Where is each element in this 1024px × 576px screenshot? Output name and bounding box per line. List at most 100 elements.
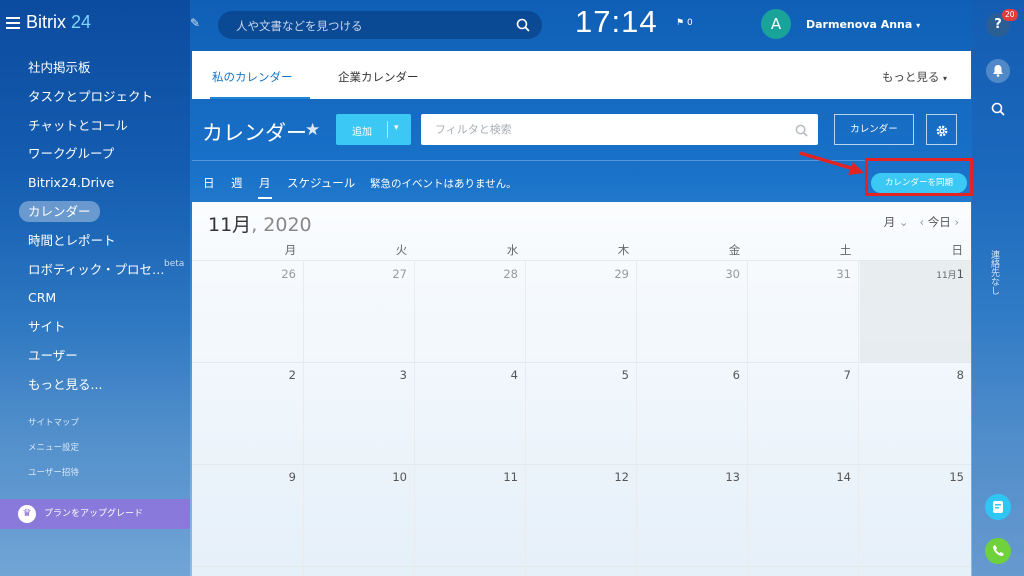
right-search-icon[interactable]	[986, 97, 1010, 121]
day-number[interactable]: 4	[414, 368, 518, 382]
flag-counter[interactable]: ⚑ 0	[676, 18, 693, 28]
filter-search[interactable]	[421, 114, 818, 145]
sidebar-item-feed[interactable]: 社内掲示板	[18, 54, 165, 83]
sidebar-item-label: カレンダー	[19, 200, 100, 222]
view-schedule[interactable]: スケジュール	[287, 175, 355, 191]
day-number[interactable]: 3	[303, 368, 407, 382]
view-month[interactable]: 月	[258, 175, 271, 199]
sidebar-item-label: サイト	[28, 319, 66, 335]
page-title: カレンダー	[202, 121, 307, 145]
grid-line	[303, 260, 304, 576]
day-number[interactable]: 30	[636, 267, 740, 281]
pencil-icon[interactable]: ✎	[190, 16, 200, 30]
day-header: 火	[395, 243, 408, 257]
sitemap-link[interactable]: サイトマップ	[28, 414, 79, 439]
invite-users-link[interactable]: ユーザー招待	[28, 464, 79, 489]
sidebar-item-sites[interactable]: サイト	[18, 313, 165, 342]
month-title: 11月, 2020	[208, 214, 312, 236]
day-number[interactable]: 9	[192, 470, 296, 484]
upgrade-plan-button[interactable]: ♛ プランをアップグレード	[0, 499, 190, 529]
divider	[387, 121, 388, 138]
day-number[interactable]: 11	[414, 470, 518, 484]
sidebar-item-rpa[interactable]: ロボティック・プロセ… beta	[18, 256, 184, 285]
sidebar-item-label: もっと見る...	[28, 376, 103, 392]
sidebar-item-time-reports[interactable]: 時間とレポート	[18, 227, 165, 256]
calendar-tabs: 私のカレンダー 企業カレンダー もっと見る ▾	[192, 51, 971, 99]
sidebar-item-calendar[interactable]: カレンダー	[18, 198, 165, 227]
sidebar-item-label: 時間とレポート	[28, 232, 116, 248]
day-number[interactable]: 28	[414, 267, 518, 281]
sidebar-item-label: ユーザー	[28, 347, 78, 363]
calendar-nav: 月 ⌄ ‹ 今日 ›	[884, 214, 959, 230]
add-button[interactable]: 追加 ▾	[336, 114, 411, 145]
sidebar-item-workgroups[interactable]: ワークグループ	[18, 140, 165, 169]
chevron-down-icon[interactable]: ▾	[394, 123, 399, 133]
sidebar-item-label: CRM	[28, 290, 57, 306]
sidebar-item-crm[interactable]: CRM	[18, 284, 165, 313]
day-number[interactable]: 5	[525, 368, 629, 382]
day-number[interactable]: 29	[525, 267, 629, 281]
view-select[interactable]: 月 ⌄	[884, 215, 909, 229]
phone-icon[interactable]	[985, 538, 1011, 564]
menu-settings-link[interactable]: メニュー設定	[28, 439, 79, 464]
day-number[interactable]: 8	[858, 368, 964, 382]
day-number[interactable]: 12	[525, 470, 629, 484]
month-prefix: 11月	[936, 271, 957, 281]
sidebar: Bitrix 24 社内掲示板 タスクとプロジェクト チャットとコール ワークグ…	[0, 0, 190, 576]
day-number[interactable]: 27	[303, 267, 407, 281]
red-arrow	[799, 151, 864, 175]
tab-company-calendar[interactable]: 企業カレンダー	[338, 69, 419, 85]
filter-input[interactable]	[433, 122, 777, 137]
more-menu[interactable]: もっと見る ▾	[882, 69, 947, 85]
grid-line	[192, 464, 971, 465]
avatar[interactable]: A	[761, 9, 791, 39]
sidebar-item-label: 社内掲示板	[28, 60, 91, 75]
user-menu[interactable]: Darmenova Anna ▾	[806, 18, 920, 31]
day-number[interactable]: 31	[747, 267, 851, 281]
search-input[interactable]	[234, 18, 518, 34]
day-number[interactable]: 2	[192, 368, 296, 382]
sidebar-item-more[interactable]: もっと見る...	[18, 371, 165, 400]
day-number[interactable]: 11月1	[858, 267, 964, 281]
logo-num: 24	[71, 12, 92, 32]
day-number[interactable]: 6	[636, 368, 740, 382]
sidebar-item-chat[interactable]: チャットとコール	[18, 112, 165, 141]
grid-line	[636, 260, 637, 576]
prev-icon[interactable]: ‹	[919, 215, 924, 229]
star-icon[interactable]: ★	[305, 120, 320, 140]
view-day[interactable]: 日	[203, 175, 215, 191]
global-search[interactable]	[218, 11, 542, 39]
day-header: 水	[506, 243, 519, 257]
sidebar-item-users[interactable]: ユーザー	[18, 342, 165, 371]
add-label: 追加	[352, 127, 372, 138]
clock: 17:14	[575, 4, 658, 39]
day-number-value: 1	[956, 267, 964, 281]
day-number[interactable]: 26	[192, 267, 296, 281]
today-button[interactable]: 今日	[928, 215, 951, 229]
filter-search-icon[interactable]	[795, 122, 808, 141]
sidebar-item-drive[interactable]: Bitrix24.Drive	[18, 169, 165, 198]
contact-center-icon[interactable]	[985, 494, 1011, 520]
menu-icon[interactable]	[6, 14, 20, 32]
search-icon[interactable]	[516, 17, 530, 36]
sidebar-item-tasks[interactable]: タスクとプロジェクト	[18, 83, 165, 112]
day-number[interactable]: 7	[747, 368, 851, 382]
logo-text: Bitrix	[26, 12, 66, 32]
view-week[interactable]: 週	[231, 175, 243, 191]
help-button[interactable]: ? 20	[986, 9, 1018, 37]
day-header: 日	[951, 243, 964, 257]
logo: Bitrix 24	[6, 12, 91, 33]
flag-count: 0	[686, 18, 693, 28]
sidebar-item-label: タスクとプロジェクト	[28, 88, 154, 104]
day-number[interactable]: 15	[858, 470, 964, 484]
settings-button[interactable]	[926, 114, 957, 145]
calendar-button[interactable]: カレンダー	[834, 114, 914, 145]
day-number[interactable]: 10	[303, 470, 407, 484]
sidebar-item-label: ワークグループ	[28, 146, 115, 162]
day-number[interactable]: 13	[636, 470, 740, 484]
day-number[interactable]: 14	[747, 470, 851, 484]
bell-icon[interactable]	[986, 59, 1010, 83]
tab-my-calendar[interactable]: 私のカレンダー	[212, 69, 293, 85]
next-icon[interactable]: ›	[954, 215, 959, 229]
user-name: Darmenova Anna	[806, 18, 913, 31]
